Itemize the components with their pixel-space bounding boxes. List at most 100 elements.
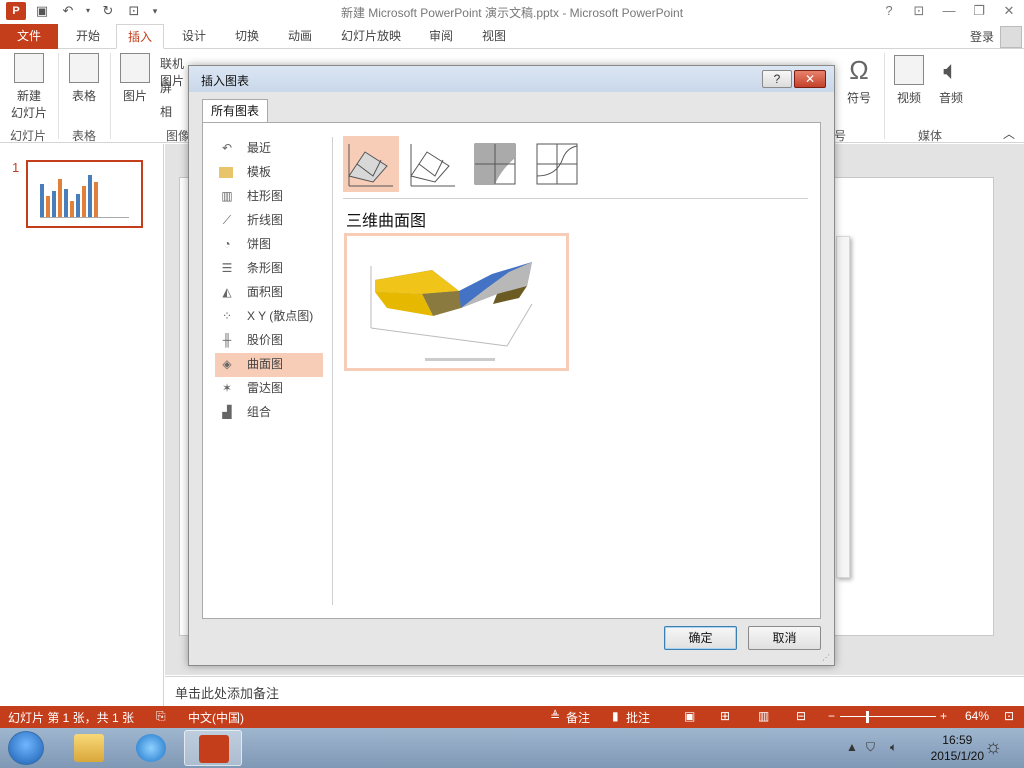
comments-toggle[interactable]: 批注 [626, 709, 650, 726]
tab-insert[interactable]: 插入 [116, 24, 164, 49]
subtype-wireframe-contour[interactable] [529, 136, 585, 192]
tab-view[interactable]: 视图 [468, 24, 520, 49]
subtype-3d-surface[interactable] [343, 136, 399, 192]
dialog-help-button[interactable]: ? [762, 70, 792, 88]
zoom-slider[interactable] [840, 716, 936, 717]
audio-button[interactable]: 🔈︎ 音频 [934, 55, 968, 106]
screenshot-button[interactable]: 屏 [160, 79, 186, 96]
taskbar-ie[interactable] [122, 730, 180, 766]
resize-grip-icon[interactable]: ⋰ [822, 653, 830, 662]
group-label-media: 媒体 [918, 129, 943, 143]
dialog-title-bar[interactable]: 插入图表 ? ✕ [189, 66, 834, 92]
category-label: 面积图 [247, 285, 284, 299]
zoom-slider-thumb[interactable] [866, 711, 869, 723]
normal-view-icon[interactable]: ▣ [684, 709, 695, 723]
subtype-3d-wireframe[interactable] [405, 136, 461, 192]
group-label-symbols: 号 [834, 129, 847, 143]
window-controls: ? ⊡ — ❐ ✕ [874, 0, 1024, 22]
tab-file[interactable]: 文件 [0, 24, 58, 49]
category-area[interactable]: ◭ 面积图 [215, 281, 323, 305]
ribbon-display-options-icon[interactable]: ⊡ [904, 0, 934, 22]
category-stock[interactable]: ╫ 股价图 [215, 329, 323, 353]
close-icon[interactable]: ✕ [994, 0, 1024, 22]
category-line[interactable]: ⟋ 折线图 [215, 209, 323, 233]
reading-view-icon[interactable]: ▥ [758, 709, 769, 723]
chart-preview[interactable] [344, 233, 569, 371]
restore-icon[interactable]: ❐ [964, 0, 994, 22]
category-surface[interactable]: ◈ 曲面图 [215, 353, 323, 377]
comments-toggle-icon[interactable]: ▮ [612, 709, 619, 723]
tab-review[interactable]: 审阅 [414, 24, 468, 49]
scatter-chart-icon: ⁘ [221, 309, 233, 323]
slide-sorter-icon[interactable]: ⊞ [720, 709, 730, 723]
help-icon[interactable]: ? [874, 0, 904, 22]
fit-slide-icon[interactable]: ⊡ [1004, 709, 1014, 723]
symbol-button[interactable]: Ω 符号 [842, 55, 876, 106]
notes-pane[interactable]: 单击此处添加备注 [165, 676, 1024, 706]
category-combo[interactable]: ▟ 组合 [215, 401, 323, 425]
cancel-button[interactable]: 取消 [748, 626, 821, 650]
thumbnail-chart [40, 170, 129, 218]
taskbar-powerpoint[interactable] [184, 730, 242, 766]
surface-preview-image [370, 262, 533, 361]
zoom-level[interactable]: 64% [965, 709, 989, 723]
selected-subtype-title: 三维曲面图 [346, 213, 427, 230]
category-templates[interactable]: 模板 [215, 161, 323, 185]
zoom-out-button[interactable]: − [828, 709, 835, 723]
dialog-close-button[interactable]: ✕ [794, 70, 826, 88]
table-button[interactable]: 表格 [66, 53, 102, 104]
category-pie[interactable]: ◔ 饼图 [215, 233, 323, 257]
tab-animations[interactable]: 动画 [274, 24, 326, 49]
notes-toggle-icon[interactable]: ≜ [550, 709, 560, 723]
slideshow-icon[interactable]: ⊟ [796, 709, 806, 723]
ribbon-tabs: 文件 开始 插入 设计 切换 动画 幻灯片放映 审阅 视图 登录 [0, 24, 1024, 49]
category-bar[interactable]: ☰ 条形图 [215, 257, 323, 281]
language[interactable]: 中文(中国) [188, 709, 244, 726]
tab-home[interactable]: 开始 [62, 24, 114, 49]
collapse-ribbon-icon[interactable]: ︿ [1002, 125, 1016, 142]
photo-album-button[interactable]: 相 [160, 103, 186, 120]
taskbar-explorer[interactable] [60, 730, 118, 766]
slide-thumbnail[interactable] [26, 160, 143, 228]
window-title: 新建 Microsoft PowerPoint 演示文稿.pptx - Micr… [340, 6, 684, 20]
category-label: 雷达图 [247, 381, 284, 395]
tab-slideshow[interactable]: 幻灯片放映 [330, 24, 412, 49]
video-button[interactable]: 视频 [892, 55, 926, 106]
start-button-icon[interactable] [8, 731, 44, 765]
picture-button[interactable]: 图片 [118, 53, 152, 104]
minimize-icon[interactable]: — [934, 0, 964, 22]
tab-design[interactable]: 设计 [168, 24, 220, 49]
volume-icon[interactable]: 🔈︎ [890, 740, 897, 755]
category-scatter[interactable]: ⁘ X Y (散点图) [215, 305, 323, 329]
ribbon-separator [110, 53, 111, 139]
avatar[interactable] [1000, 26, 1022, 48]
notes-toggle[interactable]: 备注 [566, 709, 590, 726]
contour-icon [474, 143, 516, 185]
chart-object-edge[interactable] [836, 236, 850, 578]
ok-button[interactable]: 确定 [664, 626, 737, 650]
notes-placeholder: 单击此处添加备注 [175, 686, 280, 701]
category-recent[interactable]: ↶ 最近 [215, 137, 323, 161]
system-clock[interactable]: 16:59 2015/1/20 [931, 732, 984, 764]
security-shield-icon[interactable]: ⛉ [866, 740, 875, 755]
line-chart-icon: ⟋ [222, 213, 232, 227]
tab-transitions[interactable]: 切换 [222, 24, 272, 49]
slide-count: 幻灯片 第 1 张，共 1 张 [8, 711, 135, 725]
zoom-in-button[interactable]: + [940, 709, 947, 723]
category-radar[interactable]: ✶ 雷达图 [215, 377, 323, 401]
tab-all-charts[interactable]: 所有图表 [202, 99, 268, 123]
subtype-contour[interactable] [467, 136, 523, 192]
show-hidden-icons-icon[interactable]: ▲ [846, 740, 858, 754]
spellcheck-icon[interactable]: ⎘ [156, 709, 166, 724]
login-link[interactable]: 登录 [970, 28, 994, 45]
bar-chart-icon: ☰ [221, 261, 233, 275]
category-label: 柱形图 [247, 189, 284, 203]
subtype-divider [343, 198, 808, 199]
new-slide-button[interactable]: 新建 幻灯片 [6, 53, 52, 121]
internet-explorer-icon [136, 734, 166, 762]
area-chart-icon: ◭ [222, 285, 232, 299]
category-label: 最近 [247, 141, 272, 155]
picture-icon [120, 53, 150, 83]
brightness-icon[interactable]: ☼ [984, 736, 1002, 759]
category-column[interactable]: ▥ 柱形图 [215, 185, 323, 209]
